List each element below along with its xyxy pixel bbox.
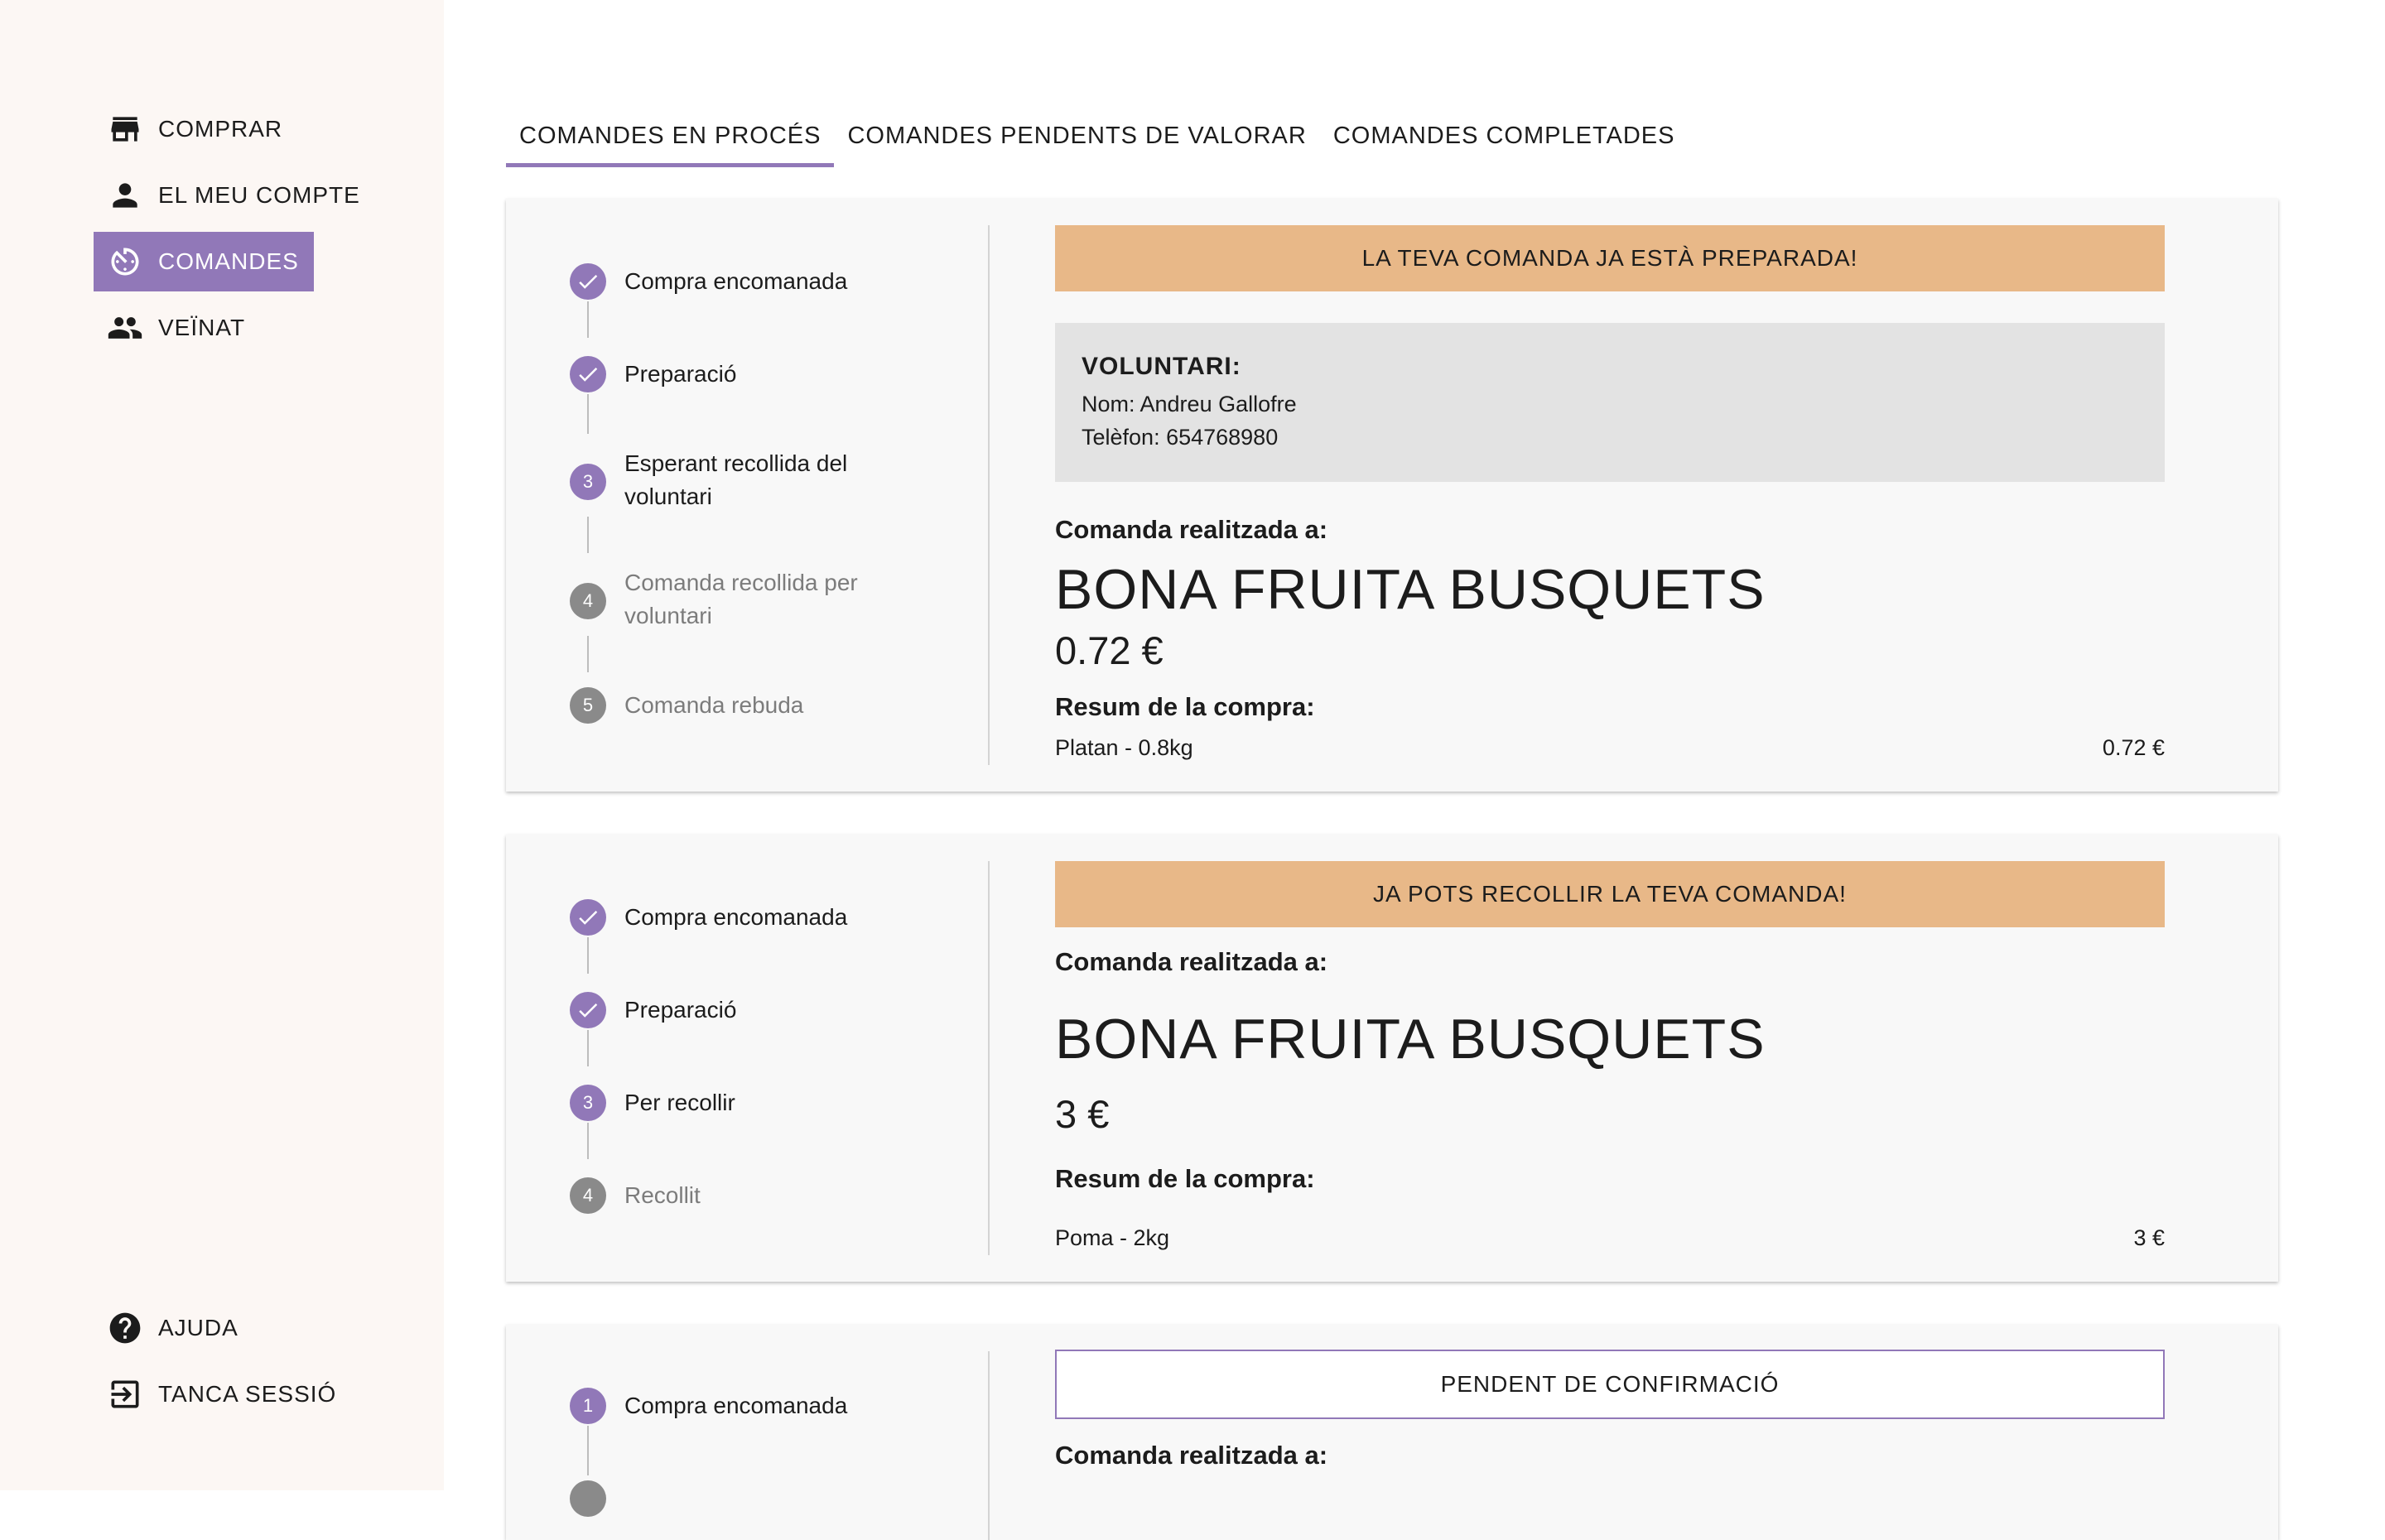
check-icon	[570, 899, 606, 936]
sidebar-item-el-meu-compte[interactable]: EL MEU COMPTE	[94, 166, 375, 225]
step-label: Preparació	[624, 997, 737, 1023]
step-label: Per recollir	[624, 1090, 735, 1115]
tab-comandes-completades[interactable]: COMANDES COMPLETADES	[1320, 113, 1689, 162]
volunteer-heading: VOLUNTARI:	[1082, 353, 1241, 380]
list-item: Platan - 0.8kg 0.72 €	[1055, 735, 2165, 761]
step-label: Comanda rebuda	[624, 692, 804, 718]
summary-label: Resum de la compra:	[1055, 1164, 1315, 1193]
item-price: 0.72 €	[2102, 735, 2165, 760]
sidebar-item-label: COMPRAR	[158, 116, 283, 142]
order-total: 0.72 €	[1055, 628, 1164, 672]
stepper-step: 3 Per recollir	[570, 1085, 918, 1121]
volunteer-phone: Telèfon: 654768980	[1082, 425, 1279, 450]
step-connector	[587, 301, 589, 338]
placed-at-label: Comanda realitzada a:	[1055, 515, 1328, 544]
item-price: 3 €	[2133, 1225, 2165, 1250]
step-connector	[587, 1426, 589, 1475]
sidebar-item-comprar[interactable]: COMPRAR	[94, 99, 297, 159]
step-label: Compra encomanada	[624, 1393, 848, 1418]
item-name: Platan - 0.8kg	[1055, 735, 1193, 760]
stepper-step: 5 Comanda rebuda	[570, 687, 918, 724]
stepper-step: Compra encomanada	[570, 263, 918, 300]
sidebar-item-label: TANCA SESSIÓ	[158, 1381, 337, 1407]
step-connector	[587, 937, 589, 974]
group-icon	[107, 310, 143, 346]
volunteer-box: VOLUNTARI: Nom: Andreu Gallofre Telèfon:…	[1055, 323, 2165, 482]
item-name: Poma - 2kg	[1055, 1225, 1170, 1250]
step-number: 5	[570, 687, 606, 724]
sidebar: COMPRAR EL MEU COMPTE COMANDES VEÏNAT AJ…	[0, 0, 444, 1490]
placed-at-label: Comanda realitzada a:	[1055, 947, 1328, 976]
step-label: Esperant recollida del voluntari	[624, 450, 848, 509]
step-number: 3	[570, 464, 606, 500]
order-card: Compra encomanada Preparació 3 Esperant …	[506, 199, 2278, 792]
step-label: Preparació	[624, 361, 737, 387]
sidebar-item-label: VEÏNAT	[158, 315, 246, 340]
step-number: 4	[570, 583, 606, 619]
step-label: Comanda recollida per voluntari	[624, 570, 858, 628]
step-dot	[570, 1480, 606, 1517]
stepper-step: Preparació	[570, 356, 918, 392]
sidebar-item-label: EL MEU COMPTE	[158, 182, 360, 208]
list-item: Poma - 2kg 3 €	[1055, 1225, 2165, 1251]
sidebar-item-veinat[interactable]: VEÏNAT	[94, 298, 260, 358]
stepper-step	[570, 1480, 918, 1517]
tab-comandes-en-proces[interactable]: COMANDES EN PROCÉS	[506, 113, 835, 167]
stepper-step: 4 Comanda recollida per voluntari	[570, 570, 918, 633]
status-banner: LA TEVA COMANDA JA ESTÀ PREPARADA!	[1055, 225, 2165, 291]
stepper-step: Compra encomanada	[570, 899, 918, 936]
step-number: 4	[570, 1177, 606, 1214]
step-label: Compra encomanada	[624, 904, 848, 930]
step-connector	[587, 1030, 589, 1066]
store-icon	[107, 111, 143, 147]
tab-comandes-pendents-de-valorar[interactable]: COMANDES PENDENTS DE VALORAR	[834, 113, 1319, 162]
step-label: Recollit	[624, 1182, 701, 1208]
step-connector	[587, 636, 589, 672]
card-divider	[988, 1351, 990, 1540]
stepper-step: 4 Recollit	[570, 1177, 918, 1214]
person-icon	[107, 177, 143, 214]
sidebar-item-label: COMANDES	[158, 248, 299, 274]
check-icon	[570, 263, 606, 300]
sidebar-item-comandes[interactable]: COMANDES	[94, 232, 314, 291]
summary-label: Resum de la compra:	[1055, 692, 1315, 721]
step-connector	[587, 1123, 589, 1159]
order-total: 3 €	[1055, 1092, 1110, 1136]
sidebar-item-ajuda[interactable]: AJUDA	[94, 1298, 253, 1358]
stepper-step: 3 Esperant recollida del voluntari	[570, 450, 918, 513]
card-divider	[988, 225, 990, 765]
sidebar-item-label: AJUDA	[158, 1315, 238, 1340]
step-number: 3	[570, 1085, 606, 1121]
order-card: Compra encomanada Preparació 3 Per recol…	[506, 835, 2278, 1282]
check-icon	[570, 992, 606, 1028]
volunteer-name: Nom: Andreu Gallofre	[1082, 392, 1297, 416]
stepper-step: Preparació	[570, 992, 918, 1028]
help-icon	[107, 1310, 143, 1346]
step-number: 1	[570, 1388, 606, 1424]
check-icon	[570, 356, 606, 392]
stepper-step: 1 Compra encomanada	[570, 1388, 918, 1424]
status-banner: PENDENT DE CONFIRMACIÓ	[1055, 1350, 2165, 1419]
shop-name: BONA FRUITA BUSQUETS	[1055, 558, 1766, 621]
step-connector	[587, 394, 589, 434]
status-banner: JA POTS RECOLLIR LA TEVA COMANDA!	[1055, 861, 2165, 927]
timer-icon	[107, 243, 143, 280]
step-connector	[587, 517, 589, 553]
logout-icon	[107, 1376, 143, 1412]
sidebar-item-tanca-sessio[interactable]: TANCA SESSIÓ	[94, 1364, 351, 1424]
shop-name: BONA FRUITA BUSQUETS	[1055, 1008, 1766, 1071]
step-label: Compra encomanada	[624, 268, 848, 294]
placed-at-label: Comanda realitzada a:	[1055, 1441, 1328, 1470]
order-card: 1 Compra encomanada PENDENT DE CONFIRMAC…	[506, 1325, 2278, 1540]
order-tabs: COMANDES EN PROCÉS COMANDES PENDENTS DE …	[506, 113, 1688, 172]
card-divider	[988, 861, 990, 1255]
